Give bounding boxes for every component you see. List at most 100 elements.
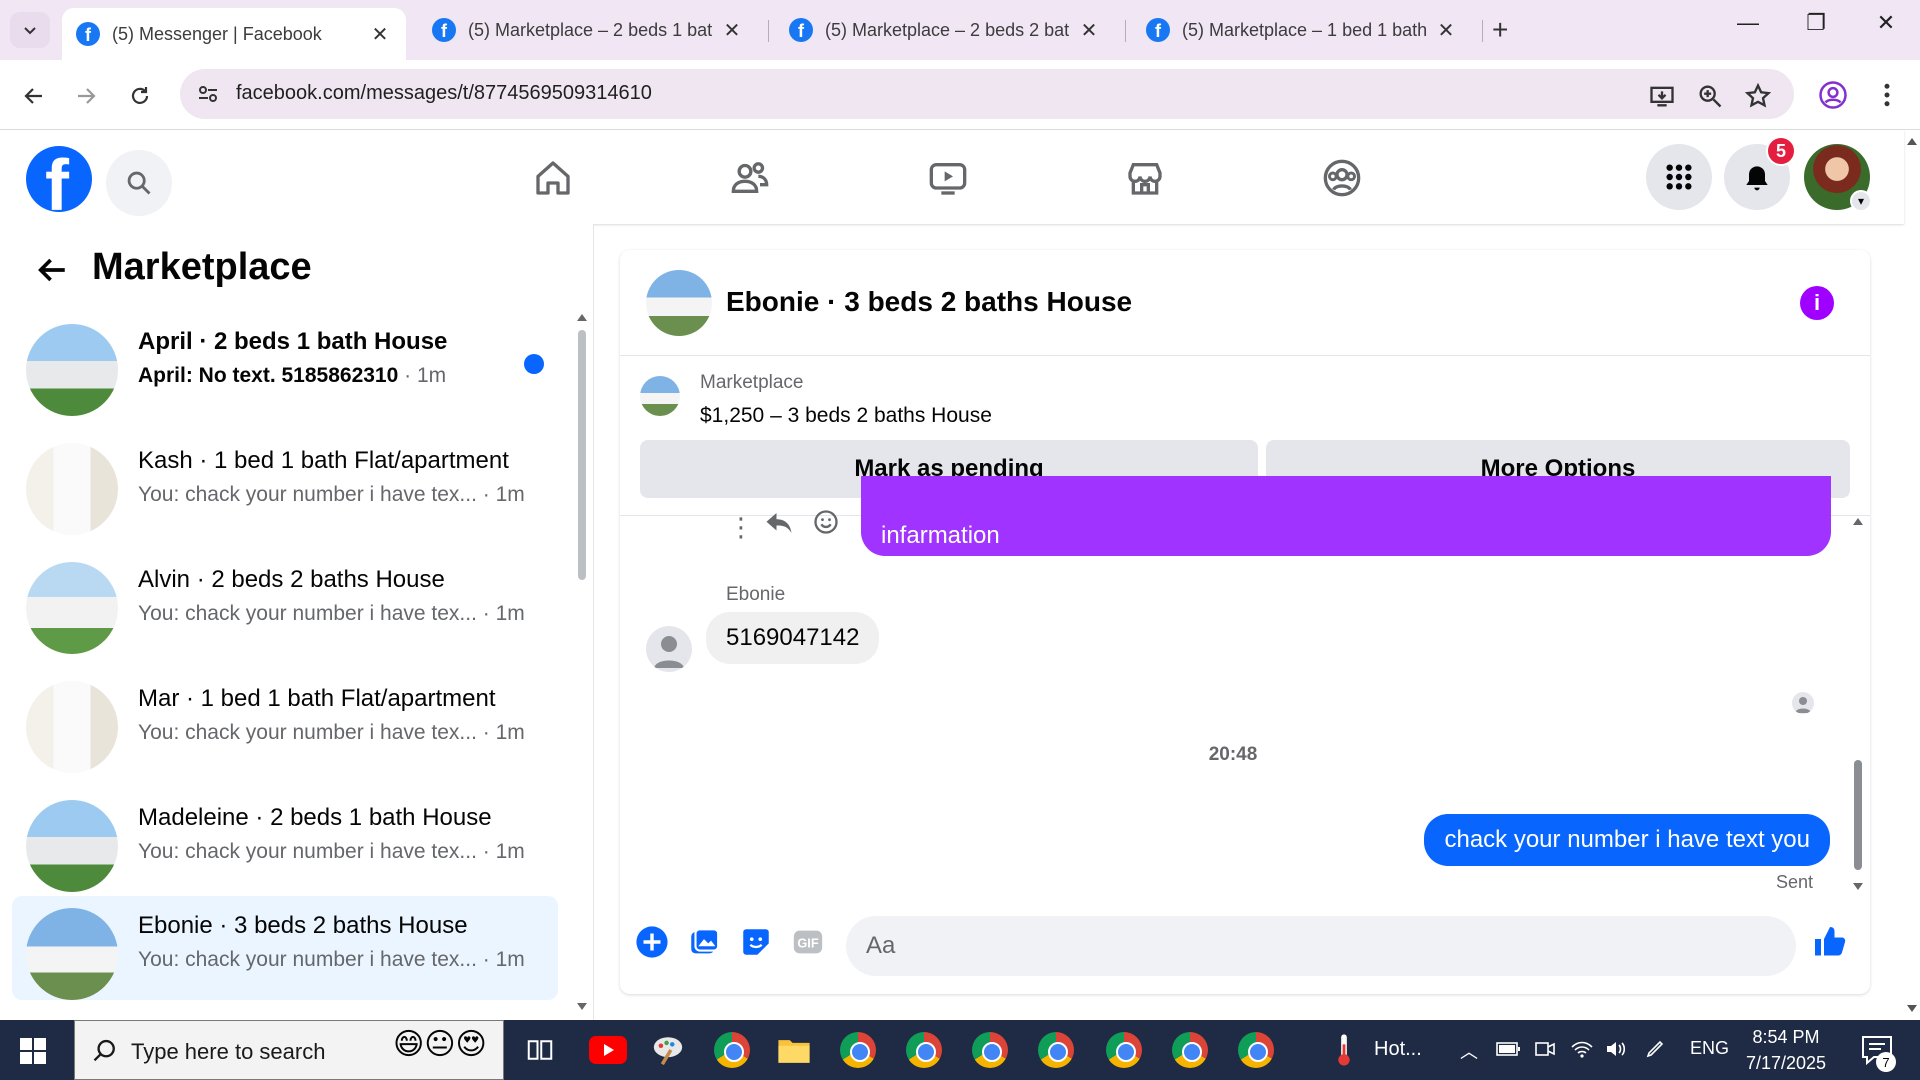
conversation-item[interactable]: Mar · 1 bed 1 bath Flat/apartment You: c… <box>12 669 558 773</box>
close-icon[interactable]: ✕ <box>1077 18 1101 43</box>
thumbs-up-icon[interactable] <box>1812 924 1848 960</box>
conversation-preview: You: chack your number i have tex... · 1… <box>138 840 525 863</box>
tab-marketplace-1[interactable]: f (5) Marketplace – 2 beds 1 bath ✕ <box>418 8 758 52</box>
tab-messenger[interactable]: f (5) Messenger | Facebook ✕ <box>62 8 406 60</box>
reply-icon[interactable] <box>764 510 794 536</box>
react-emoji-icon[interactable] <box>812 508 840 536</box>
page-title: Marketplace <box>92 246 312 288</box>
paint-app-icon[interactable] <box>648 1030 688 1070</box>
groups-icon[interactable] <box>1318 154 1366 202</box>
volume-icon[interactable] <box>1604 1038 1628 1060</box>
thermometer-weather-icon[interactable] <box>1324 1030 1364 1070</box>
conversation-title: Kash · 1 bed 1 bath Flat/apartment <box>138 447 509 474</box>
profile-icon[interactable] <box>1818 80 1848 110</box>
site-settings-icon[interactable] <box>196 82 220 106</box>
conversation-item[interactable]: April · 2 beds 1 bath House April: No te… <box>12 312 558 416</box>
chrome-app-icon[interactable] <box>712 1030 752 1070</box>
chevron-down-icon[interactable]: ▾ <box>1850 190 1872 212</box>
address-bar[interactable]: facebook.com/messages/t/8774569509314610 <box>180 69 1794 119</box>
wifi-icon[interactable] <box>1570 1038 1594 1060</box>
back-arrow-icon[interactable] <box>16 78 52 114</box>
windows-start-icon[interactable] <box>20 1038 46 1064</box>
gif-icon[interactable]: GIF <box>790 924 826 960</box>
window-close-icon[interactable]: ✕ <box>1866 10 1906 36</box>
watch-video-icon[interactable] <box>924 154 972 202</box>
facebook-logo-icon[interactable]: f <box>26 146 92 212</box>
task-view-icon[interactable] <box>520 1030 560 1070</box>
show-hidden-icons-chevron-icon[interactable]: ︿ <box>1460 1038 1478 1064</box>
scroll-down-icon[interactable] <box>1906 1004 1918 1014</box>
facebook-search-button[interactable] <box>106 150 172 216</box>
chrome-app-icon[interactable] <box>904 1030 944 1070</box>
page-scrollbar[interactable] <box>1904 130 1920 1020</box>
file-explorer-icon[interactable] <box>774 1030 814 1070</box>
marketplace-store-icon[interactable] <box>1121 154 1169 202</box>
scroll-down-icon[interactable] <box>1852 882 1864 892</box>
tab-marketplace-3[interactable]: f (5) Marketplace – 1 bed 1 bath ✕ <box>1132 8 1472 52</box>
new-tab-plus-icon[interactable]: + <box>1492 14 1508 46</box>
chrome-app-icon[interactable] <box>838 1030 878 1070</box>
pen-icon[interactable] <box>1644 1038 1666 1060</box>
reload-icon[interactable] <box>122 78 158 114</box>
conversation-preview: You: chack your number i have tex... · 1… <box>138 948 525 971</box>
chrome-app-icon[interactable] <box>970 1030 1010 1070</box>
avatar[interactable] <box>646 626 692 672</box>
install-app-icon[interactable] <box>1648 82 1676 110</box>
chrome-app-icon[interactable] <box>1236 1030 1276 1070</box>
chat-title[interactable]: Ebonie · 3 beds 2 baths House <box>726 286 1132 318</box>
listing-thumbnail[interactable] <box>640 376 680 416</box>
chat-scrollbar[interactable] <box>1850 516 1866 896</box>
bookmark-star-icon[interactable] <box>1744 82 1772 110</box>
minimize-icon[interactable]: — <box>1728 10 1768 36</box>
conversation-item-selected[interactable]: Ebonie · 3 beds 2 baths House You: chack… <box>12 896 558 1000</box>
language-indicator[interactable]: ENG <box>1690 1038 1729 1059</box>
scroll-down-icon[interactable] <box>576 1002 588 1012</box>
received-message-bubble[interactable]: 5169047142 <box>706 612 880 664</box>
close-icon[interactable]: ✕ <box>368 22 392 47</box>
chrome-app-icon[interactable] <box>1036 1030 1076 1070</box>
url-text[interactable]: facebook.com/messages/t/8774569509314610 <box>236 82 652 105</box>
listing-thumbnail[interactable] <box>646 270 712 336</box>
scroll-up-icon[interactable] <box>1852 516 1864 526</box>
menu-grid-button[interactable] <box>1646 144 1712 210</box>
conversation-item[interactable]: Kash · 1 bed 1 bath Flat/apartment You: … <box>12 431 558 535</box>
sticker-icon[interactable] <box>738 924 774 960</box>
scroll-up-icon[interactable] <box>576 312 588 322</box>
battery-icon[interactable] <box>1496 1038 1522 1060</box>
sent-message-bubble[interactable]: chack your number i have text you <box>1424 814 1830 866</box>
restore-icon[interactable]: ❐ <box>1796 10 1836 36</box>
more-icon[interactable]: ⋮ <box>728 512 754 543</box>
conversation-item[interactable]: Alvin · 2 beds 2 baths House You: chack … <box>12 550 558 654</box>
close-icon[interactable]: ✕ <box>1434 18 1458 43</box>
add-plus-icon[interactable] <box>634 924 670 960</box>
home-icon[interactable] <box>529 154 577 202</box>
back-arrow-icon[interactable] <box>30 248 74 292</box>
weather-label[interactable]: Hot... <box>1374 1038 1422 1061</box>
taskbar-search-box[interactable]: Type here to search 😄😐😍 <box>74 1020 504 1080</box>
friends-icon[interactable] <box>726 154 774 202</box>
scroll-up-icon[interactable] <box>1906 136 1918 146</box>
sent-message-bubble[interactable]: infarmation <box>861 476 1831 556</box>
tab-separator <box>1125 20 1126 42</box>
scrollbar-thumb[interactable] <box>1854 760 1862 870</box>
listing-title[interactable]: $1,250 – 3 beds 2 baths House <box>700 404 992 428</box>
youtube-app-icon[interactable] <box>588 1030 628 1070</box>
forward-arrow-icon[interactable] <box>68 78 104 114</box>
listing-thumbnail <box>26 324 118 416</box>
tab-title: (5) Messenger | Facebook <box>112 23 322 44</box>
chrome-app-icon-active[interactable] <box>1088 1020 1160 1080</box>
scrollbar-thumb[interactable] <box>578 330 586 580</box>
info-icon[interactable]: i <box>1800 286 1834 320</box>
photo-attach-icon[interactable] <box>686 924 722 960</box>
zoom-icon[interactable] <box>1696 82 1724 110</box>
sidebar-scrollbar[interactable] <box>576 312 588 1012</box>
chrome-app-icon[interactable] <box>1170 1030 1210 1070</box>
tab-search-button[interactable] <box>10 12 50 48</box>
meet-now-icon[interactable] <box>1534 1038 1556 1060</box>
kebab-menu-icon[interactable] <box>1872 80 1902 110</box>
message-input[interactable] <box>866 916 1726 976</box>
close-icon[interactable]: ✕ <box>720 18 744 43</box>
tab-marketplace-2[interactable]: f (5) Marketplace – 2 beds 2 bath ✕ <box>775 8 1115 52</box>
conversation-item[interactable]: Madeleine · 2 beds 1 bath House You: cha… <box>12 788 558 892</box>
system-clock[interactable]: 8:54 PM 7/17/2025 <box>1736 1024 1836 1076</box>
